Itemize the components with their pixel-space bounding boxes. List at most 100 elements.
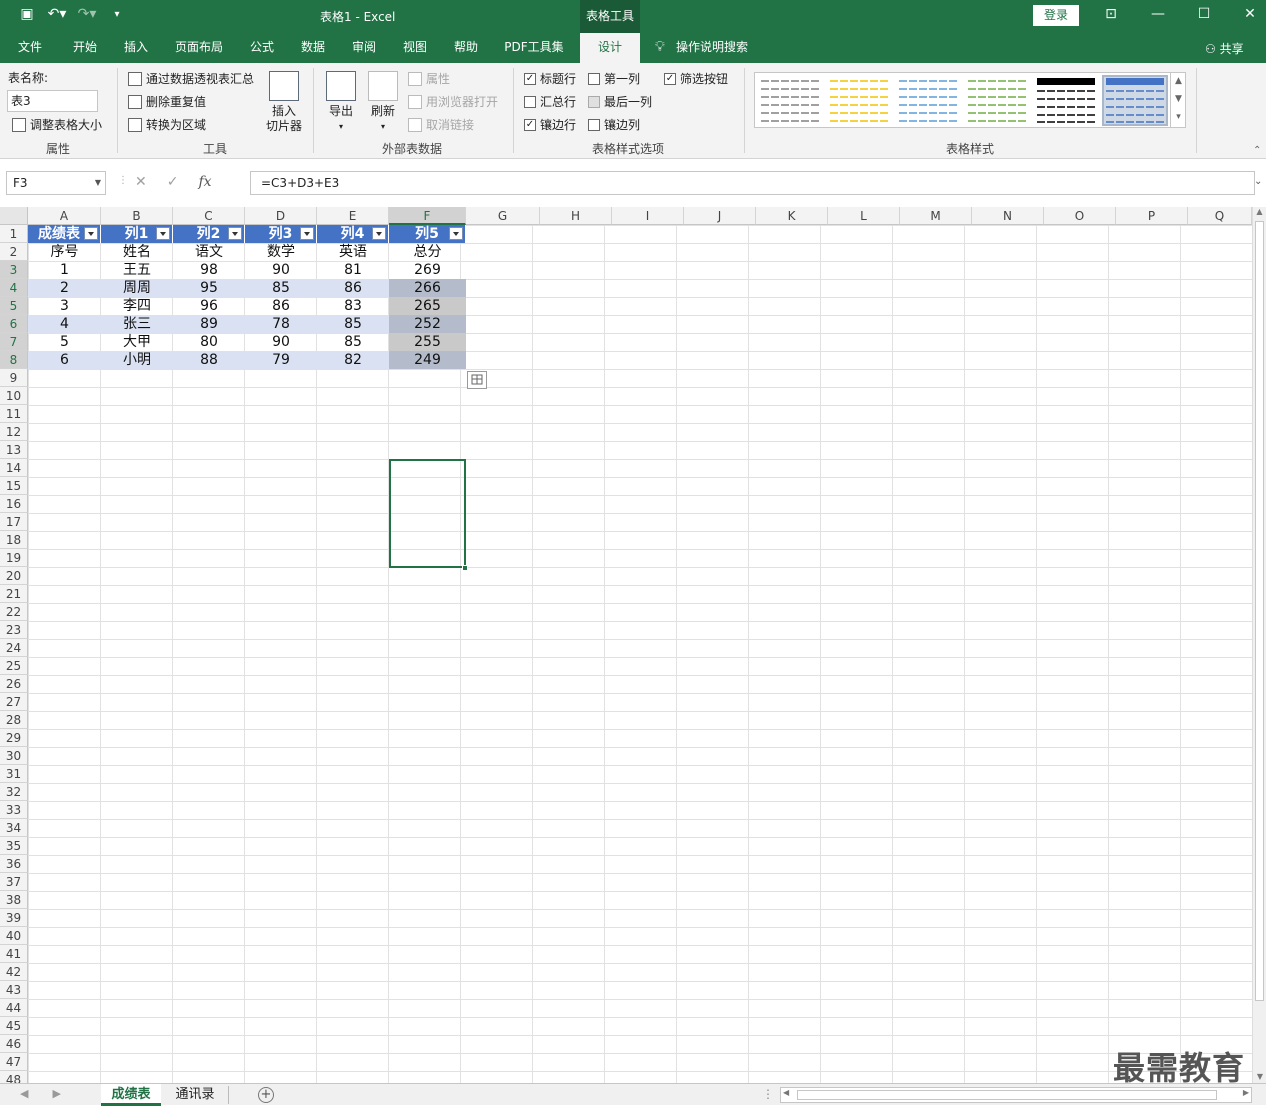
column-header-a[interactable]: A — [28, 207, 101, 225]
column-header-h[interactable]: H — [540, 207, 612, 225]
sheet-tab-scores[interactable]: 成绩表 — [101, 1084, 161, 1106]
row-header[interactable]: 4 — [0, 279, 28, 297]
table-cell[interactable]: 1 — [28, 261, 101, 279]
row-header[interactable]: 45 — [0, 1017, 28, 1035]
filter-dropdown-icon[interactable] — [228, 227, 242, 240]
row-header[interactable]: 19 — [0, 549, 28, 567]
open-in-browser-button[interactable]: 用浏览器打开 — [408, 93, 498, 110]
column-header-e[interactable]: E — [317, 207, 389, 225]
row-header[interactable]: 33 — [0, 801, 28, 819]
export-button[interactable]: 导出 ▾ — [324, 71, 358, 134]
row-header[interactable]: 18 — [0, 531, 28, 549]
last-column-checkbox[interactable]: 最后一列 — [588, 93, 652, 110]
row-header[interactable]: 23 — [0, 621, 28, 639]
row-header[interactable]: 42 — [0, 963, 28, 981]
split-grip-icon[interactable]: ⋮ — [762, 1087, 774, 1101]
row-header[interactable]: 31 — [0, 765, 28, 783]
add-sheet-icon[interactable]: + — [258, 1087, 274, 1103]
table-cell[interactable]: 80 — [173, 333, 245, 351]
undo-icon[interactable]: ↶▾ — [44, 6, 70, 22]
tab-pdf-tools[interactable]: PDF工具集 — [500, 33, 568, 63]
properties-button[interactable]: 属性 — [408, 70, 450, 87]
table-cell[interactable]: 4 — [28, 315, 101, 333]
insert-slicer-button[interactable]: 插入 切片器 — [262, 71, 306, 134]
refresh-button[interactable]: 刷新 ▾ — [366, 71, 400, 134]
table-cell[interactable]: 255 — [389, 333, 466, 351]
row-header[interactable]: 5 — [0, 297, 28, 315]
table-cell[interactable]: 89 — [173, 315, 245, 333]
row-header[interactable]: 30 — [0, 747, 28, 765]
row-header[interactable]: 46 — [0, 1035, 28, 1053]
column-header-b[interactable]: B — [101, 207, 173, 225]
row-header[interactable]: 24 — [0, 639, 28, 657]
table-cell[interactable]: 86 — [317, 279, 389, 297]
table-cell[interactable]: 82 — [317, 351, 389, 369]
customize-icon[interactable]: ▾ — [104, 9, 130, 20]
resize-table-button[interactable]: 调整表格大小 — [12, 116, 102, 133]
row-header[interactable]: 28 — [0, 711, 28, 729]
tab-review[interactable]: 审阅 — [344, 33, 384, 63]
row-header[interactable]: 12 — [0, 423, 28, 441]
table-style-swatch[interactable] — [966, 77, 1028, 124]
pivot-summarize-button[interactable]: 通过数据透视表汇总 — [128, 70, 254, 87]
ribbon-display-icon[interactable]: ⊡ — [1096, 6, 1126, 22]
row-header[interactable]: 26 — [0, 675, 28, 693]
table-cell[interactable]: 249 — [389, 351, 466, 369]
table-cell[interactable]: 5 — [28, 333, 101, 351]
row-header[interactable]: 39 — [0, 909, 28, 927]
row-header[interactable]: 25 — [0, 657, 28, 675]
table-cell[interactable]: 85 — [317, 333, 389, 351]
row-header[interactable]: 13 — [0, 441, 28, 459]
tab-page-layout[interactable]: 页面布局 — [170, 33, 228, 63]
vertical-scroll-thumb[interactable] — [1255, 221, 1264, 1001]
insert-function-icon[interactable]: fx — [198, 174, 211, 190]
tab-home[interactable]: 开始 — [64, 33, 106, 63]
filter-button-checkbox[interactable]: ✓ 筛选按钮 — [664, 70, 728, 87]
sheet-tab-contacts[interactable]: 通讯录 — [165, 1084, 225, 1106]
scroll-up-icon[interactable]: ▲ — [1253, 207, 1266, 216]
table-cell[interactable]: 88 — [173, 351, 245, 369]
table-cell[interactable]: 2 — [28, 279, 101, 297]
row-header[interactable]: 27 — [0, 693, 28, 711]
table-subheader-cell[interactable]: 英语 — [317, 243, 389, 261]
next-sheet-icon[interactable]: ▶ — [52, 1087, 60, 1100]
table-cell[interactable]: 90 — [245, 261, 317, 279]
column-header-f[interactable]: F — [389, 207, 466, 225]
filter-dropdown-icon[interactable] — [84, 227, 98, 240]
table-cell[interactable]: 269 — [389, 261, 466, 279]
row-header[interactable]: 14 — [0, 459, 28, 477]
column-header-j[interactable]: J — [684, 207, 756, 225]
row-header[interactable]: 3 — [0, 261, 28, 279]
column-header-k[interactable]: K — [756, 207, 828, 225]
worksheet-grid[interactable]: ABCDEFGHIJKLMNOPQ 1 2 3 4 5 6 7 8 9 10 11 12 13 14 15 1… — [0, 207, 1266, 1083]
row-header[interactable]: 22 — [0, 603, 28, 621]
row-header[interactable]: 2 — [0, 243, 28, 261]
column-header-o[interactable]: O — [1044, 207, 1116, 225]
convert-to-range-button[interactable]: 转换为区域 — [128, 116, 206, 133]
name-box[interactable]: F3 ▼ — [6, 171, 106, 195]
filter-dropdown-icon[interactable] — [372, 227, 386, 240]
table-subheader-cell[interactable]: 序号 — [28, 243, 101, 261]
share-button[interactable]: ⚇ 共享 — [1205, 40, 1244, 57]
row-header[interactable]: 34 — [0, 819, 28, 837]
table-cell[interactable]: 小明 — [101, 351, 173, 369]
table-header-cell[interactable]: 列4 — [317, 225, 389, 243]
column-header-q[interactable]: Q — [1188, 207, 1252, 225]
table-cell[interactable]: 265 — [389, 297, 466, 315]
row-header[interactable]: 37 — [0, 873, 28, 891]
table-style-swatch[interactable] — [1035, 77, 1097, 124]
scroll-left-icon[interactable]: ◀ — [783, 1088, 789, 1097]
horizontal-scrollbar[interactable]: ◀ ▶ — [780, 1087, 1252, 1103]
unlink-button[interactable]: 取消链接 — [408, 116, 474, 133]
table-cell[interactable]: 79 — [245, 351, 317, 369]
prev-sheet-icon[interactable]: ◀ — [20, 1087, 28, 1100]
table-cell[interactable]: 86 — [245, 297, 317, 315]
row-header[interactable]: 32 — [0, 783, 28, 801]
table-subheader-cell[interactable]: 姓名 — [101, 243, 173, 261]
tell-me-search[interactable]: 操作说明搜索 — [676, 33, 766, 63]
gallery-up-icon[interactable]: ▲ — [1171, 72, 1186, 90]
tab-formulas[interactable]: 公式 — [242, 33, 282, 63]
table-cell[interactable]: 83 — [317, 297, 389, 315]
row-header[interactable]: 41 — [0, 945, 28, 963]
maximize-icon[interactable]: ☐ — [1189, 6, 1219, 22]
